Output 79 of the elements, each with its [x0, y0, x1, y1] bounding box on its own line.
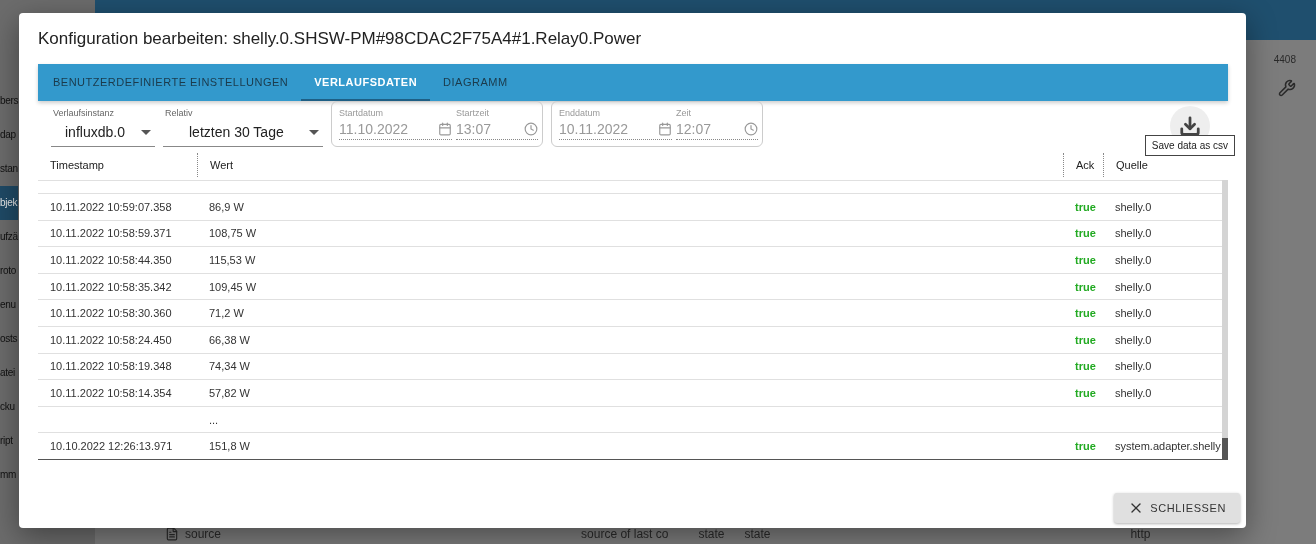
object-type: state: [698, 527, 725, 541]
tab[interactable]: DIAGRAMM: [430, 64, 521, 101]
calendar-icon: [438, 122, 452, 136]
scrollbar[interactable]: [1222, 180, 1228, 460]
object-value: http: [1130, 527, 1151, 541]
wrench-icon[interactable]: [1278, 79, 1296, 97]
relative-select[interactable]: Relativ letzten 30 Tage: [163, 108, 323, 147]
timestamp-cell-text: 10.11.2022 10:58:44.350: [49, 254, 173, 266]
value-cell-text: 74,34 W: [208, 360, 251, 373]
ack-cell-text: true: [1074, 227, 1097, 240]
ack-cell-text: true: [1074, 440, 1097, 453]
column-header[interactable]: Wert: [197, 152, 1063, 177]
sidebar-item[interactable]: bers: [0, 84, 18, 118]
timestamp-cell-text: 10.11.2022 10:58:24.450: [49, 333, 173, 346]
sidebar-item[interactable]: dap: [0, 118, 18, 152]
close-button[interactable]: SCHLIESSEN: [1114, 493, 1240, 523]
timestamp-cell-text: 10.11.2022 10:58:59.371: [49, 227, 173, 240]
value-cell-text: 108,75 W: [208, 227, 258, 240]
date-label: Enddatum: [559, 108, 602, 118]
column-header[interactable]: Timestamp: [38, 152, 197, 177]
value-cell-text: ...: [208, 413, 220, 426]
time-label: Startzeit: [456, 108, 490, 118]
date-label: Startdatum: [339, 108, 385, 118]
source-cell-text: shelly.0: [1114, 386, 1153, 399]
source-cell-text: shelly.0: [1114, 307, 1153, 320]
value-cell-text: 57,82 W: [208, 386, 251, 399]
value-cell-text: 66,38 W: [208, 333, 251, 346]
source-cell-text: shelly.0: [1114, 200, 1153, 213]
ack-cell-text: true: [1074, 200, 1097, 213]
source-cell-text: shelly.0: [1114, 360, 1153, 373]
clock-icon: [524, 122, 538, 136]
ack-cell-text: true: [1074, 360, 1097, 373]
object-role: state: [744, 527, 771, 541]
download-icon: [1179, 114, 1201, 137]
value-cell-text: 109,45 W: [208, 280, 258, 293]
sidebar-item[interactable]: stan: [0, 152, 18, 186]
ack-cell-text: true: [1074, 307, 1097, 320]
value-cell-text: 71,2 W: [208, 307, 245, 320]
source-cell-text: shelly.0: [1114, 333, 1153, 346]
sidebar-item[interactable]: enu: [0, 288, 18, 322]
sidebar-item[interactable]: mm: [0, 458, 18, 492]
time-label: Zeit: [676, 108, 692, 118]
count-text: 4408: [1273, 54, 1296, 65]
tab[interactable]: VERLAUFSDATEN: [301, 64, 431, 101]
sidebar-item[interactable]: roto: [0, 254, 18, 288]
ack-cell-text: true: [1074, 333, 1097, 346]
sidebar-item[interactable]: bjek: [0, 186, 18, 220]
timestamp-cell-text: 10.11.2022 10:58:14.354: [49, 386, 173, 399]
sidebar-item[interactable]: cku: [0, 390, 18, 424]
calendar-icon: [658, 122, 672, 136]
column-header[interactable]: Ack: [1063, 152, 1103, 177]
source-cell-text: shelly.0: [1114, 280, 1153, 293]
timestamp-cell-text: 10.10.2022 12:26:13.971: [49, 440, 174, 453]
timestamp-cell-text: 10.11.2022 10:58:19.348: [49, 360, 173, 373]
instance-select[interactable]: Verlaufsinstanz influxdb.0: [51, 108, 155, 147]
ack-cell-text: true: [1074, 386, 1097, 399]
value-cell-text: 151,8 W: [208, 440, 251, 453]
value-cell-text: 86,9 W: [208, 200, 245, 213]
sidebar-item[interactable]: ufzä: [0, 220, 18, 254]
dialog-title: Konfiguration bearbeiten: shelly.0.SHSW-PM#98CDAC2F75A4#1.Relay0.Power: [38, 28, 643, 50]
sidebar-item[interactable]: ript: [0, 424, 18, 458]
timestamp-cell-text: 10.11.2022 10:58:30.360: [49, 307, 173, 320]
clock-icon: [744, 122, 758, 136]
source-cell-text: shelly.0: [1114, 227, 1153, 240]
sidebar-item[interactable]: atei: [0, 356, 18, 390]
tab[interactable]: BENUTZERDEFINIERTE EINSTELLUNGEN: [40, 64, 302, 101]
source-cell-text: shelly.0: [1114, 254, 1153, 266]
ack-cell-text: true: [1074, 254, 1097, 266]
object-description: source of last co: [581, 527, 669, 541]
value-cell-text: 115,53 W: [208, 254, 257, 266]
timestamp-cell-text: 10.11.2022 10:59:07.358: [49, 200, 173, 213]
tooltip: Save data as csv: [1144, 135, 1235, 156]
timestamp-cell-text: 10.11.2022 10:58:35.342: [49, 280, 173, 293]
column-header[interactable]: Quelle: [1103, 152, 1222, 177]
source-cell-text: system.adapter.shelly: [1114, 440, 1222, 453]
object-name: source: [185, 527, 222, 541]
file-icon: [165, 527, 179, 541]
sidebar-item[interactable]: osts: [0, 322, 18, 356]
ack-cell-text: true: [1074, 280, 1097, 293]
